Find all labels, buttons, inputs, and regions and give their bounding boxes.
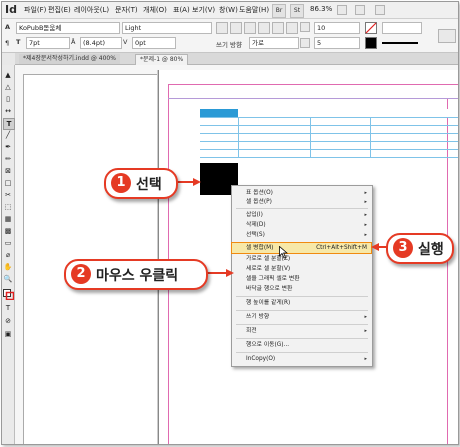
callout-text: 마우스 우클릭 bbox=[96, 268, 179, 284]
indesign-window: Id 파일(F) 편집(E) 레이아웃(L) 문자(T) 개체(O) 표(A) … bbox=[1, 1, 459, 445]
callout-right-click: 2 마우스 우클릭 bbox=[64, 259, 208, 290]
callout-select: 1 선택 bbox=[104, 168, 178, 199]
callout-text: 선택 bbox=[136, 177, 162, 193]
annotation-arrows bbox=[172, 178, 387, 277]
callout-number: 1 bbox=[111, 173, 131, 193]
callout-execute: 3 실행 bbox=[386, 233, 454, 264]
callout-number: 2 bbox=[71, 264, 91, 284]
callout-text: 실행 bbox=[418, 242, 444, 258]
callout-number: 3 bbox=[393, 238, 413, 258]
